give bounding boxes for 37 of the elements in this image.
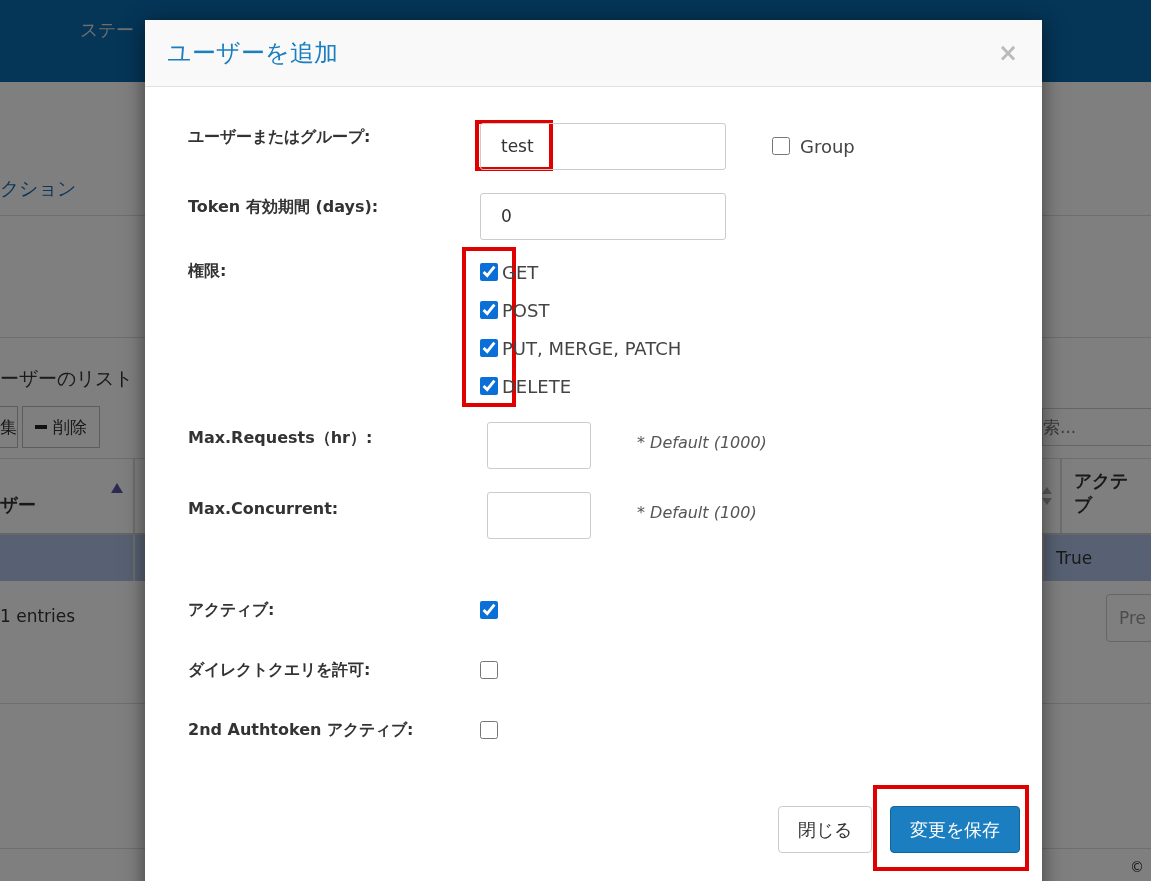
field-label: Max.Requests（hr）: (188, 427, 374, 449)
input-field[interactable]: test (480, 122, 726, 170)
field-label: 2nd Authtoken アクティブ: (188, 719, 415, 741)
input-field[interactable] (487, 491, 591, 539)
field-label: 権限: (188, 261, 228, 282)
checkbox[interactable] (480, 263, 498, 281)
nav-link[interactable]: クション (0, 176, 76, 199)
field-label: Token 有効期間 (days): (188, 196, 380, 218)
toolbar-button[interactable]: 削除 (22, 406, 100, 448)
field-label: ユーザーまたはグループ: (188, 126, 372, 148)
field-label: アクティブ: (188, 599, 276, 621)
toolbar-button[interactable]: 集 (0, 406, 18, 448)
checkbox-label: Group (800, 135, 855, 157)
checkbox[interactable] (480, 301, 498, 319)
default-hint: * Default (1000) (637, 432, 767, 452)
checkbox[interactable] (480, 661, 498, 679)
checkbox[interactable] (480, 721, 498, 739)
nav-tab[interactable]: ステー (80, 18, 134, 42)
checkbox[interactable] (772, 137, 790, 155)
table-cell: True (1056, 548, 1093, 568)
input-field[interactable]: 0 (480, 192, 726, 240)
sort-ascending-icon (111, 483, 123, 493)
field-label: Max.Concurrent: (188, 498, 340, 518)
minus-icon (35, 425, 47, 429)
list-caption: ーザーのリスト (0, 366, 133, 391)
dialog-title: ユーザーを追加 (167, 38, 338, 69)
checkbox[interactable] (480, 377, 498, 395)
checkbox[interactable] (480, 601, 498, 619)
close-button[interactable]: 閉じる (778, 806, 872, 853)
search-field[interactable]: 索... (1042, 408, 1151, 446)
input-field[interactable] (487, 421, 591, 469)
copyright-text: © (1130, 859, 1144, 875)
checkbox[interactable] (480, 339, 498, 357)
default-hint: * Default (100) (637, 502, 757, 522)
save-button[interactable]: 変更を保存 (890, 806, 1020, 853)
field-label: ダイレクトクエリを許可: (188, 659, 372, 681)
entries-info: 1 entries (0, 606, 76, 626)
